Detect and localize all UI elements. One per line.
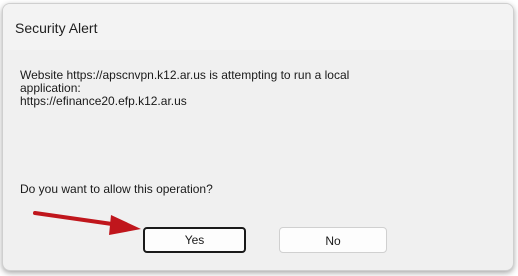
yes-button[interactable]: Yes bbox=[143, 227, 246, 253]
alert-question: Do you want to allow this operation? bbox=[20, 182, 213, 196]
message-line-1: Website https://apscnvpn.k12.ar.us is at… bbox=[20, 68, 350, 82]
dialog-titlebar: Security Alert bbox=[3, 4, 513, 50]
dialog-title: Security Alert bbox=[15, 20, 98, 36]
alert-message: Website https://apscnvpn.k12.ar.us is at… bbox=[20, 69, 490, 108]
security-alert-dialog: Security Alert Website https://apscnvpn.… bbox=[2, 3, 514, 271]
message-line-3: https://efinance20.efp.k12.ar.us bbox=[20, 94, 187, 108]
red-arrow-icon bbox=[33, 211, 141, 235]
no-button[interactable]: No bbox=[279, 227, 387, 253]
